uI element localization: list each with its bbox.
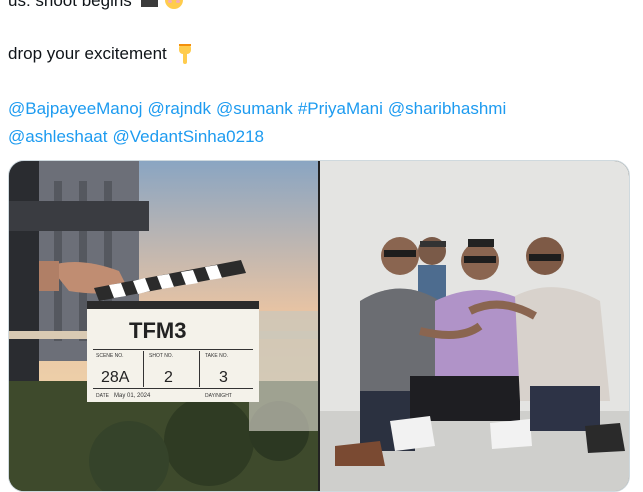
mention-link[interactable]: @BajpayeeManoj xyxy=(8,99,142,118)
slate-date-value: May 01, 2024 xyxy=(114,393,151,399)
mention-link[interactable]: @sharibhashmi xyxy=(388,99,506,118)
media-photo-cast[interactable] xyxy=(320,161,629,491)
slate-take-label: TAKE NO. xyxy=(205,353,228,359)
mention-link[interactable]: @rajndk xyxy=(147,99,211,118)
mention-link[interactable]: @sumank xyxy=(216,99,293,118)
clapper-board-icon xyxy=(140,0,158,7)
smiling-face-icon xyxy=(165,0,184,9)
tweet-text-line-1: us: shoot begins xyxy=(8,0,184,11)
media-photo-clapperboard[interactable]: TFM3 SCENE NO. SHOT NO. TAKE NO. 28A 2 3… xyxy=(9,161,318,491)
slate-title: TFM3 xyxy=(129,318,186,343)
slate-day-night-label: DAY/NIGHT xyxy=(205,393,232,399)
slate-scene-label: SCENE NO. xyxy=(96,353,124,359)
mention-link[interactable]: @VedantSinha0218 xyxy=(113,127,265,146)
tweet-text-excitement: drop your excitement xyxy=(8,44,167,63)
tweet-text-line-2: drop your excitement xyxy=(8,43,193,65)
mention-link[interactable]: @ashleshaat xyxy=(8,127,108,146)
slate-shot-value: 2 xyxy=(164,369,173,386)
backhand-index-pointing-down-icon xyxy=(179,44,192,64)
slate-scene-value: 28A xyxy=(101,369,130,386)
tweet-text-shoot-begins: us: shoot begins xyxy=(8,0,132,10)
hashtag-link[interactable]: #PriyaMani xyxy=(298,99,383,118)
tweet-media-grid: TFM3 SCENE NO. SHOT NO. TAKE NO. 28A 2 3… xyxy=(8,160,630,492)
slate-take-value: 3 xyxy=(219,369,228,386)
tweet-mentions: @BajpayeeManoj @rajndk @sumank #PriyaMani @s… xyxy=(8,95,511,151)
slate-date-label: DATE xyxy=(96,393,110,399)
slate-shot-label: SHOT NO. xyxy=(149,353,173,359)
